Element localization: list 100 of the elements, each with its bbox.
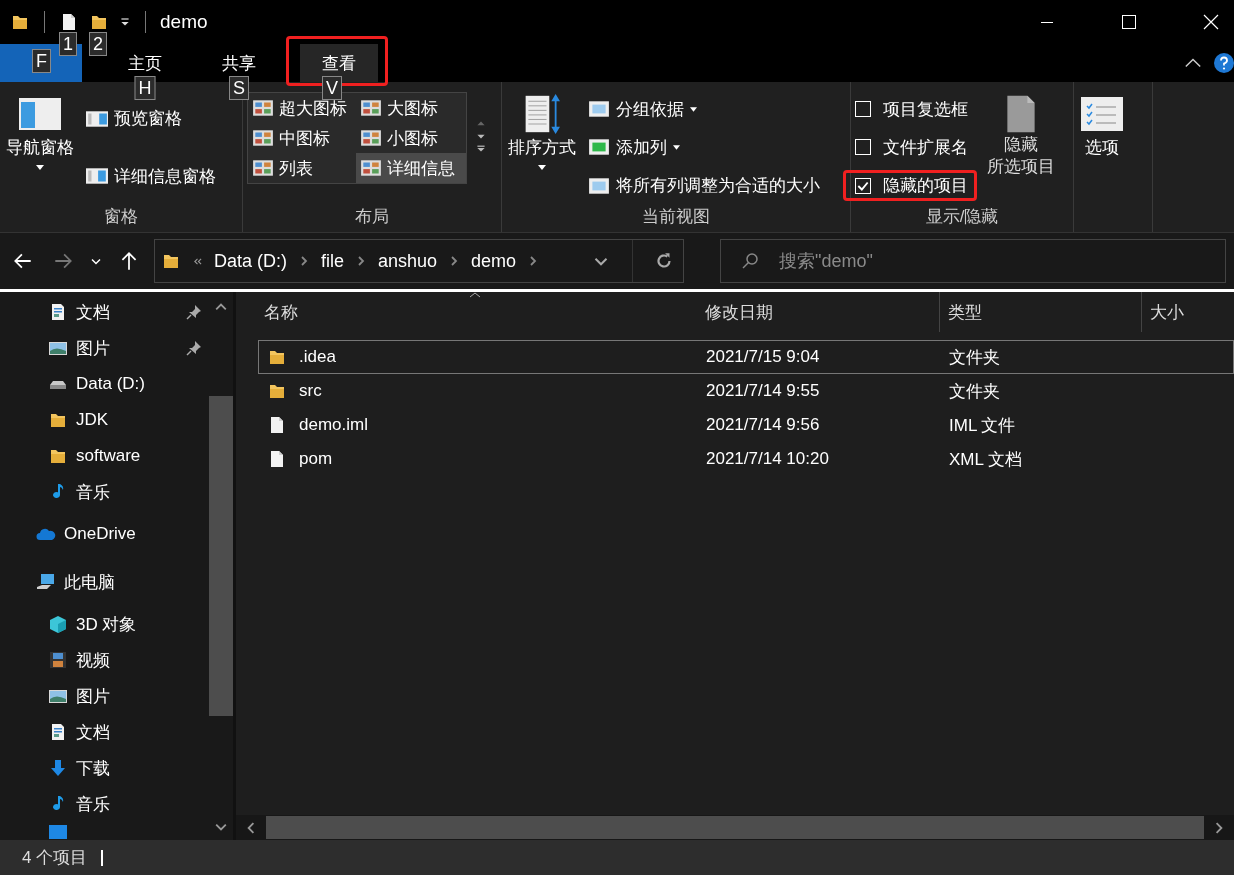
keytip: V	[322, 76, 342, 100]
column-header[interactable]: 大小	[1142, 292, 1234, 332]
checkbox-option[interactable]: 隐藏的项目	[843, 170, 977, 202]
keytip: 2	[89, 32, 107, 56]
columns-icon	[588, 138, 610, 157]
columns-icon	[588, 100, 610, 119]
scroll-right-icon[interactable]	[1214, 821, 1224, 834]
sidebar-item[interactable]: 图片	[0, 330, 209, 366]
checklist-icon	[1080, 94, 1124, 134]
address-bar[interactable]: Data (D:) file anshuo demo	[154, 239, 684, 283]
group-label: 窗格	[103, 206, 139, 228]
group-label: 当前视图	[641, 206, 711, 228]
options-button[interactable]: 选项	[1078, 90, 1126, 228]
sidebar-item[interactable]: 文档	[0, 294, 209, 330]
sidebar-item[interactable]: 此电脑	[0, 558, 209, 606]
sidebar-item[interactable]: 下载	[0, 750, 209, 786]
item-count: 4 个项目	[22, 847, 88, 869]
cube-icon	[48, 614, 68, 634]
columns-icon	[588, 176, 610, 195]
help-icon[interactable]	[1214, 53, 1234, 73]
sidebar-item[interactable]: 音乐	[0, 786, 209, 822]
hide-selected-button[interactable]: 隐藏 所选项目	[985, 90, 1057, 205]
layout-option[interactable]: 小图标	[356, 123, 466, 153]
sidebar-item[interactable]: software	[0, 438, 209, 474]
breadcrumb[interactable]: file	[321, 250, 345, 272]
caret-icon	[36, 165, 44, 170]
breadcrumb[interactable]: anshuo	[378, 250, 438, 272]
file-row[interactable]: pom 2021/7/14 10:20 XML 文档	[258, 442, 1234, 476]
sidebar-item[interactable]: 音乐	[0, 474, 209, 510]
file-name: demo.iml	[299, 415, 368, 435]
keytip: S	[229, 76, 249, 100]
collapse-ribbon-icon[interactable]	[1184, 57, 1202, 69]
chevron-icon[interactable]	[356, 256, 367, 266]
chevron-icon[interactable]	[299, 256, 309, 266]
file-row[interactable]: .idea 2021/7/15 9:04 文件夹	[258, 340, 1234, 374]
sidebar-item[interactable]: 图片	[0, 678, 209, 714]
layout-option[interactable]: 大图标	[356, 93, 466, 123]
sort-indicator-icon	[469, 292, 481, 298]
chevron-icon[interactable]	[449, 256, 460, 266]
keytip: H	[134, 76, 156, 100]
chevron-icon[interactable]	[528, 256, 539, 266]
column-header[interactable]: 类型	[940, 292, 1142, 332]
file-name: .idea	[299, 347, 336, 367]
column-header[interactable]: 名称	[236, 292, 697, 332]
computer-icon	[36, 572, 56, 592]
pin-icon[interactable]	[186, 340, 202, 356]
view-button[interactable]: 添加列	[586, 134, 822, 161]
desktop-icon	[48, 822, 68, 840]
pin-icon[interactable]	[186, 304, 202, 320]
sidebar-item[interactable]: JDK	[0, 402, 209, 438]
caret-icon	[673, 145, 680, 150]
layout-icon	[252, 99, 274, 117]
window-title: demo	[160, 11, 208, 33]
date-cell-text: 2021/7/14 10:20	[705, 449, 830, 469]
layout-icon	[252, 129, 274, 147]
sidebar-item[interactable]: 文档	[0, 714, 209, 750]
sidebar-item[interactable]: 3D 对象	[0, 606, 209, 642]
date-cell-text: 2021/7/14 9:56	[705, 415, 821, 435]
checkbox[interactable]	[855, 139, 871, 156]
layout-option[interactable]: 中图标	[248, 123, 356, 153]
double-chevron-icon[interactable]	[193, 256, 202, 266]
scroll-down-icon[interactable]	[215, 822, 227, 832]
checkbox[interactable]	[855, 177, 871, 194]
ribbon-tab[interactable]: 查看	[300, 44, 378, 82]
view-button[interactable]: 分组依据	[586, 95, 822, 123]
date-cell-text: 2021/7/14 9:55	[705, 381, 821, 401]
search-icon	[740, 251, 760, 271]
scroll-up-icon[interactable]	[215, 302, 227, 312]
file-row[interactable]: demo.iml 2021/7/14 9:56 IML 文件	[258, 408, 1234, 442]
layout-option[interactable]: 列表	[248, 153, 356, 183]
breadcrumb[interactable]: Data (D:)	[214, 250, 287, 272]
search-field[interactable]: 搜索"demo"	[720, 239, 1226, 283]
view-button[interactable]: 将所有列调整为合适的大小	[586, 172, 822, 200]
group-label: 布局	[354, 206, 390, 228]
pane-layout-icon	[86, 167, 108, 186]
column-header[interactable]: 修改日期	[697, 292, 940, 332]
scrollbar[interactable]	[236, 815, 1234, 840]
layout-option[interactable]: 详细信息	[356, 153, 466, 183]
scroll-left-icon[interactable]	[246, 821, 256, 834]
download-arrow-icon	[48, 758, 68, 778]
sidebar-item[interactable]: 视频	[0, 642, 209, 678]
navigation-pane-button[interactable]: 导航窗格	[4, 90, 76, 205]
layout-icon	[360, 159, 382, 177]
sort-button[interactable]: 排序方式	[506, 90, 578, 205]
sidebar-item[interactable]: OneDrive	[0, 510, 209, 558]
pane-button[interactable]: 详细信息窗格	[84, 162, 218, 190]
sidebar-item[interactable]: Data (D:)	[0, 366, 209, 402]
date-cell-text: 2021/7/15 9:04	[705, 347, 821, 367]
breadcrumb[interactable]: demo	[471, 250, 517, 272]
file-row[interactable]: src 2021/7/14 9:55 文件夹	[258, 374, 1234, 408]
checkbox[interactable]	[855, 101, 871, 118]
layout-icon	[360, 129, 382, 147]
caret-icon	[538, 165, 546, 170]
pane-button[interactable]: 预览窗格	[84, 105, 218, 133]
file-name: pom	[299, 449, 333, 469]
film-icon	[48, 650, 68, 670]
checkbox-option[interactable]: 文件扩展名	[843, 132, 977, 163]
type-cell-text: IML 文件	[948, 414, 1017, 437]
checkbox-option[interactable]: 项目复选框	[843, 93, 977, 125]
customize-dropdown-icon[interactable]	[119, 16, 131, 28]
